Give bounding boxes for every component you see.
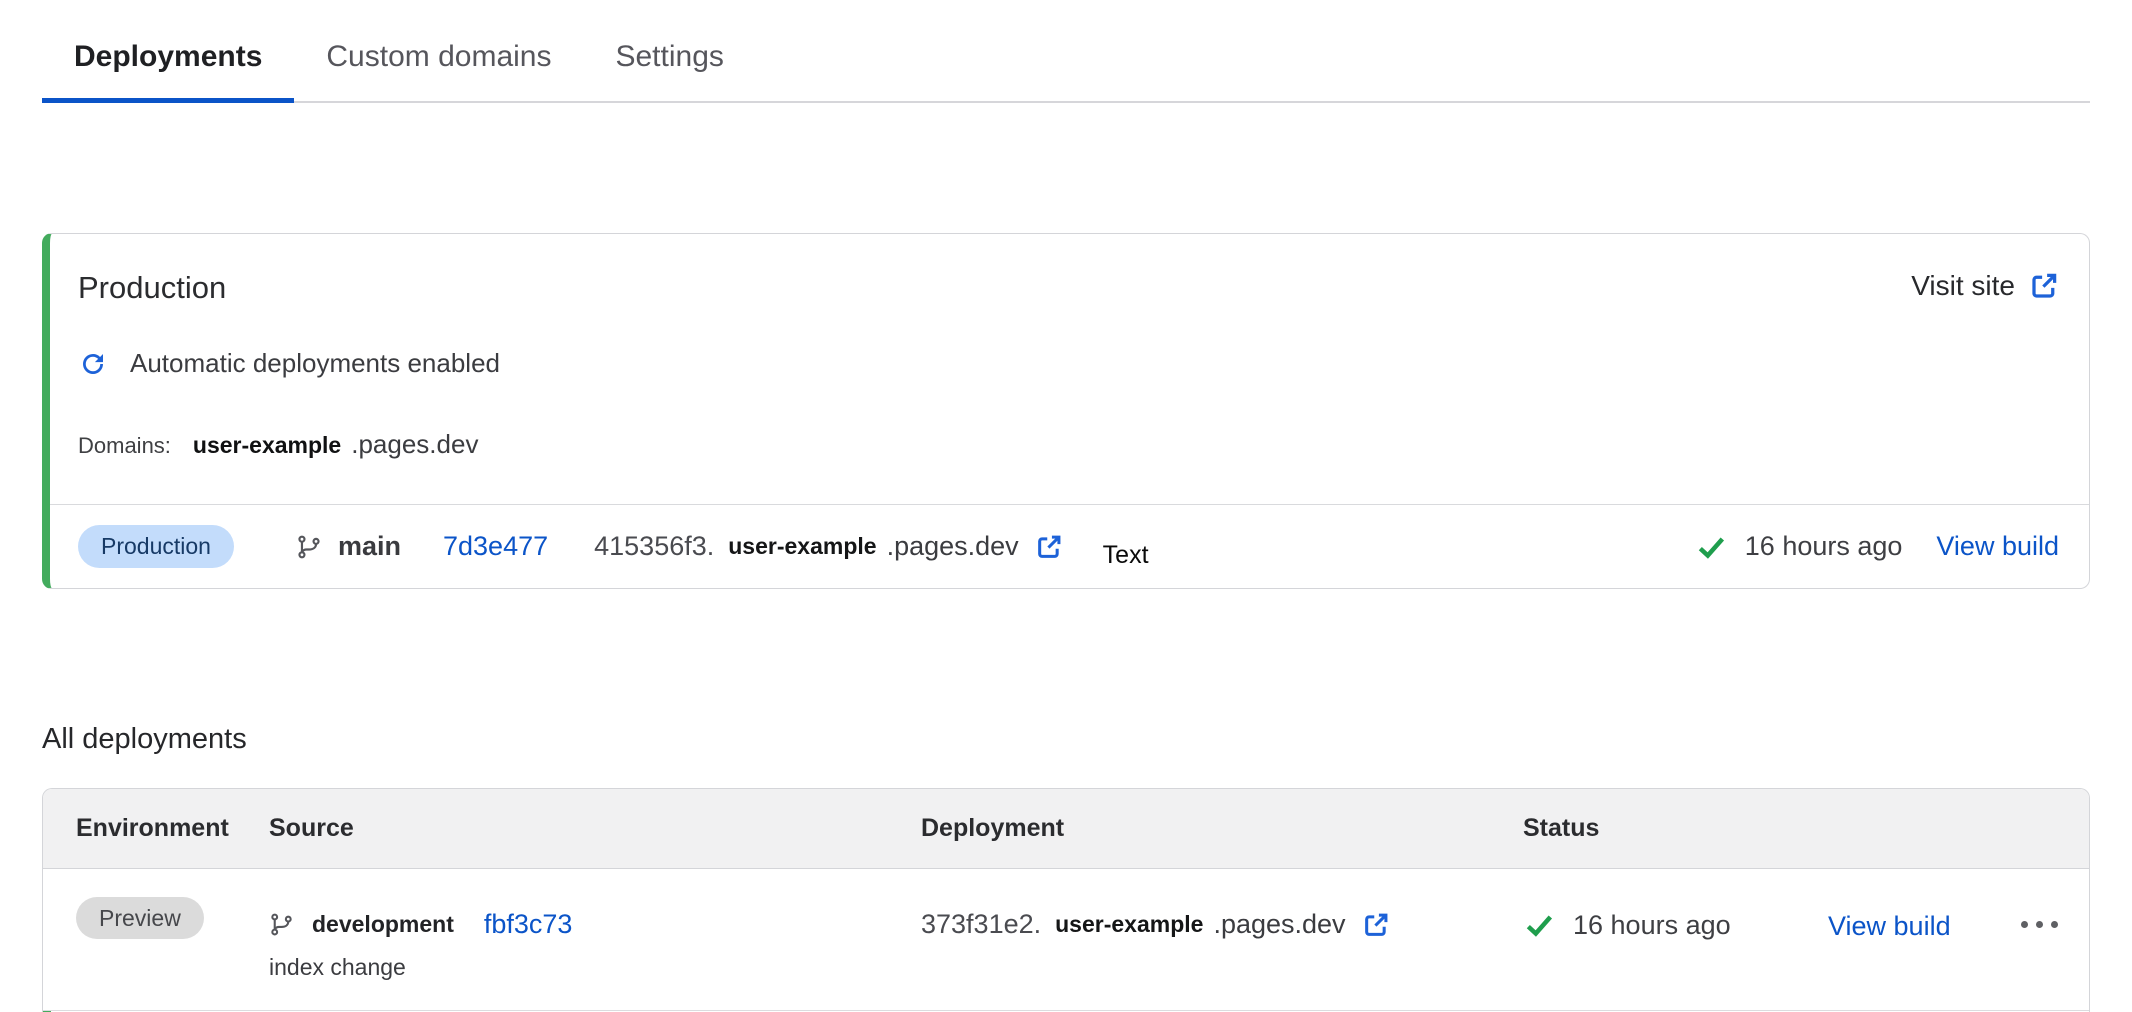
column-source: Source [269,814,921,843]
column-deployment: Deployment [921,814,1523,843]
auto-deployments-text: Automatic deployments enabled [130,348,500,379]
commit-hash-link[interactable]: fbf3c73 [484,909,573,940]
column-environment: Environment [76,814,269,843]
visit-site-link[interactable]: Visit site [1911,270,2059,302]
pages-project-page: Deployments Custom domains Settings Prod… [0,0,2132,1012]
deployment-domain-suffix: .pages.dev [887,531,1019,562]
commit-hash-link[interactable]: 7d3e477 [443,531,548,562]
refresh-icon [78,349,108,379]
git-branch-icon [296,534,322,560]
domain-suffix: .pages.dev [351,429,478,460]
domain-name: user-example [193,432,341,459]
deployment-domain: user-example [728,533,876,560]
external-link-icon[interactable] [1035,533,1063,561]
tab-settings[interactable]: Settings [583,20,755,103]
column-status: Status [1523,814,1828,843]
commit-message: index change [269,954,921,981]
all-deployments-title: All deployments [42,723,2090,756]
view-build-link[interactable]: View build [1828,911,1951,941]
tab-bar: Deployments Custom domains Settings [42,0,2090,103]
deployment-time: 16 hours ago [1573,910,1731,941]
table-header-row: Environment Source Deployment Status [43,789,2089,869]
deployment-id: 415356f3. [594,531,714,562]
environment-badge: Production [78,525,234,568]
external-link-icon[interactable] [1362,911,1390,939]
tab-custom-domains[interactable]: Custom domains [294,20,583,103]
production-card: Production Visit site [42,233,2090,589]
view-build-link[interactable]: View build [1936,531,2059,562]
text-annotation: Text [1103,541,1149,570]
deployment-domain-suffix: .pages.dev [1213,909,1345,940]
tab-deployments[interactable]: Deployments [42,20,294,103]
visit-site-label: Visit site [1911,270,2015,302]
domains-label: Domains: [78,433,171,459]
deployment-id: 373f31e2. [921,909,1041,940]
table-row: Preview development fbf3c73 [43,869,2089,1011]
ellipsis-icon[interactable] [2021,921,2089,928]
check-icon [1695,531,1727,563]
external-link-icon [2029,271,2059,301]
git-branch-icon [269,912,294,937]
deployment-time: 16 hours ago [1745,531,1903,562]
deployment-domain: user-example [1055,911,1203,938]
deployments-table: Environment Source Deployment Status Pre… [42,788,2090,1012]
environment-badge: Preview [76,897,204,939]
branch-name: development [312,911,454,938]
production-deployment-row: Production main 7d3e477 415356f3. user-e… [50,504,2089,588]
check-icon [1523,909,1555,941]
branch-name: main [338,531,401,562]
production-card-title: Production [78,270,226,306]
